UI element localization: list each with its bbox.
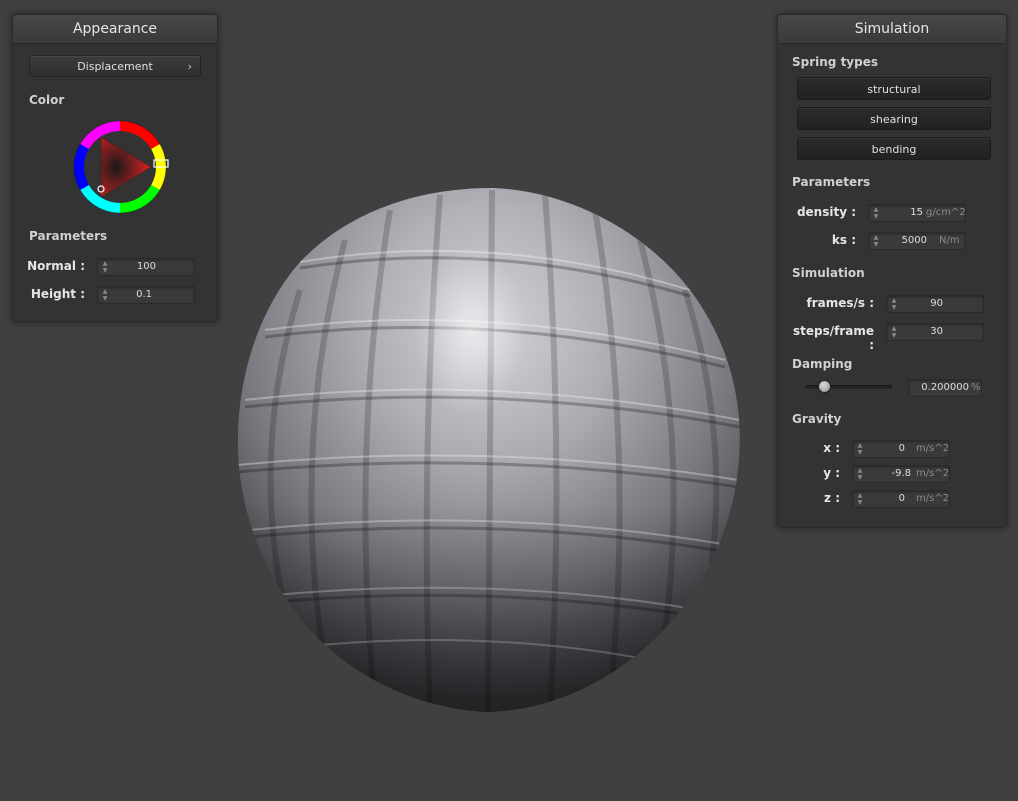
simulation-panel: Simulation Spring types structural shear… xyxy=(777,14,1007,528)
shearing-button[interactable]: shearing xyxy=(797,107,991,130)
gravity-x-input[interactable]: ▲ ▼ 0 m/s^2 xyxy=(852,440,950,458)
ks-input[interactable]: ▲ ▼ 5000 N/m xyxy=(868,232,966,250)
damping-unit: % xyxy=(971,382,981,393)
spinner-icon[interactable]: ▲ ▼ xyxy=(890,325,898,339)
chevron-right-icon: › xyxy=(187,60,192,73)
gravity-y-unit: m/s^2 xyxy=(916,468,950,479)
ks-label: ks : xyxy=(831,233,856,247)
gravity-x-unit: m/s^2 xyxy=(916,443,950,454)
gravity-label: Gravity xyxy=(792,412,842,426)
normal-value: 100 xyxy=(136,261,156,272)
color-section-label: Color xyxy=(29,93,65,107)
gravity-y-value: -9.8 xyxy=(891,468,911,479)
color-wheel[interactable] xyxy=(70,117,170,217)
appearance-panel-title[interactable]: Appearance xyxy=(13,15,217,44)
shader-dropdown-label: Displacement xyxy=(77,60,153,73)
ks-unit: N/m xyxy=(939,235,960,246)
gravity-z-label: z : xyxy=(824,491,840,505)
gravity-y-label: y : xyxy=(823,466,840,480)
steps-label: steps/frame : xyxy=(792,324,874,352)
fps-value: 90 xyxy=(930,298,943,309)
gravity-z-value: 0 xyxy=(898,493,905,504)
appearance-parameters-label: Parameters xyxy=(29,229,108,243)
gravity-z-input[interactable]: ▲ ▼ 0 m/s^2 xyxy=(852,490,950,508)
damping-slider-handle[interactable] xyxy=(817,380,831,393)
spinner-icon[interactable]: ▲ ▼ xyxy=(856,442,864,456)
gravity-x-value: 0 xyxy=(898,443,905,454)
appearance-panel: Appearance Displacement › Color Paramete… xyxy=(12,14,218,322)
fps-label: frames/s : xyxy=(806,296,874,310)
spinner-icon[interactable]: ▲ ▼ xyxy=(101,288,109,302)
spinner-icon[interactable]: ▲ ▼ xyxy=(856,492,864,506)
damping-value-box[interactable]: 0.200000 % xyxy=(908,379,982,397)
damping-value: 0.200000 xyxy=(921,382,969,393)
spinner-icon[interactable]: ▲ ▼ xyxy=(856,467,864,481)
normal-input[interactable]: ▲ ▼ 100 xyxy=(97,258,195,276)
spring-types-label: Spring types xyxy=(792,55,879,69)
normal-label: Normal : xyxy=(27,259,85,273)
height-label: Height : xyxy=(30,287,85,301)
steps-value: 30 xyxy=(930,326,943,337)
gravity-y-input[interactable]: ▲ ▼ -9.8 m/s^2 xyxy=(852,465,950,483)
density-label: density : xyxy=(796,205,856,219)
structural-button[interactable]: structural xyxy=(797,77,991,100)
simulation-panel-title[interactable]: Simulation xyxy=(778,15,1006,44)
gravity-x-label: x : xyxy=(823,441,840,455)
spinner-icon[interactable]: ▲ ▼ xyxy=(872,234,880,248)
spinner-icon[interactable]: ▲ ▼ xyxy=(872,206,880,220)
steps-input[interactable]: ▲ ▼ 30 xyxy=(886,323,984,341)
simulation-section-label: Simulation xyxy=(792,266,865,280)
height-value: 0.1 xyxy=(136,289,152,300)
height-input[interactable]: ▲ ▼ 0.1 xyxy=(97,286,195,304)
density-input[interactable]: ▲ ▼ 15 g/cm^2 xyxy=(868,204,966,222)
spinner-icon[interactable]: ▲ ▼ xyxy=(101,260,109,274)
fps-input[interactable]: ▲ ▼ 90 xyxy=(886,295,984,313)
density-value: 15 xyxy=(910,207,923,218)
density-unit: g/cm^2 xyxy=(926,207,966,218)
gravity-z-unit: m/s^2 xyxy=(916,493,950,504)
bending-button[interactable]: bending xyxy=(797,137,991,160)
mesh-body xyxy=(237,188,740,712)
ks-value: 5000 xyxy=(901,235,927,246)
damping-label: Damping xyxy=(792,357,853,371)
sim-parameters-label: Parameters xyxy=(792,175,871,189)
shader-dropdown[interactable]: Displacement › xyxy=(29,55,201,77)
spinner-icon[interactable]: ▲ ▼ xyxy=(890,297,898,311)
